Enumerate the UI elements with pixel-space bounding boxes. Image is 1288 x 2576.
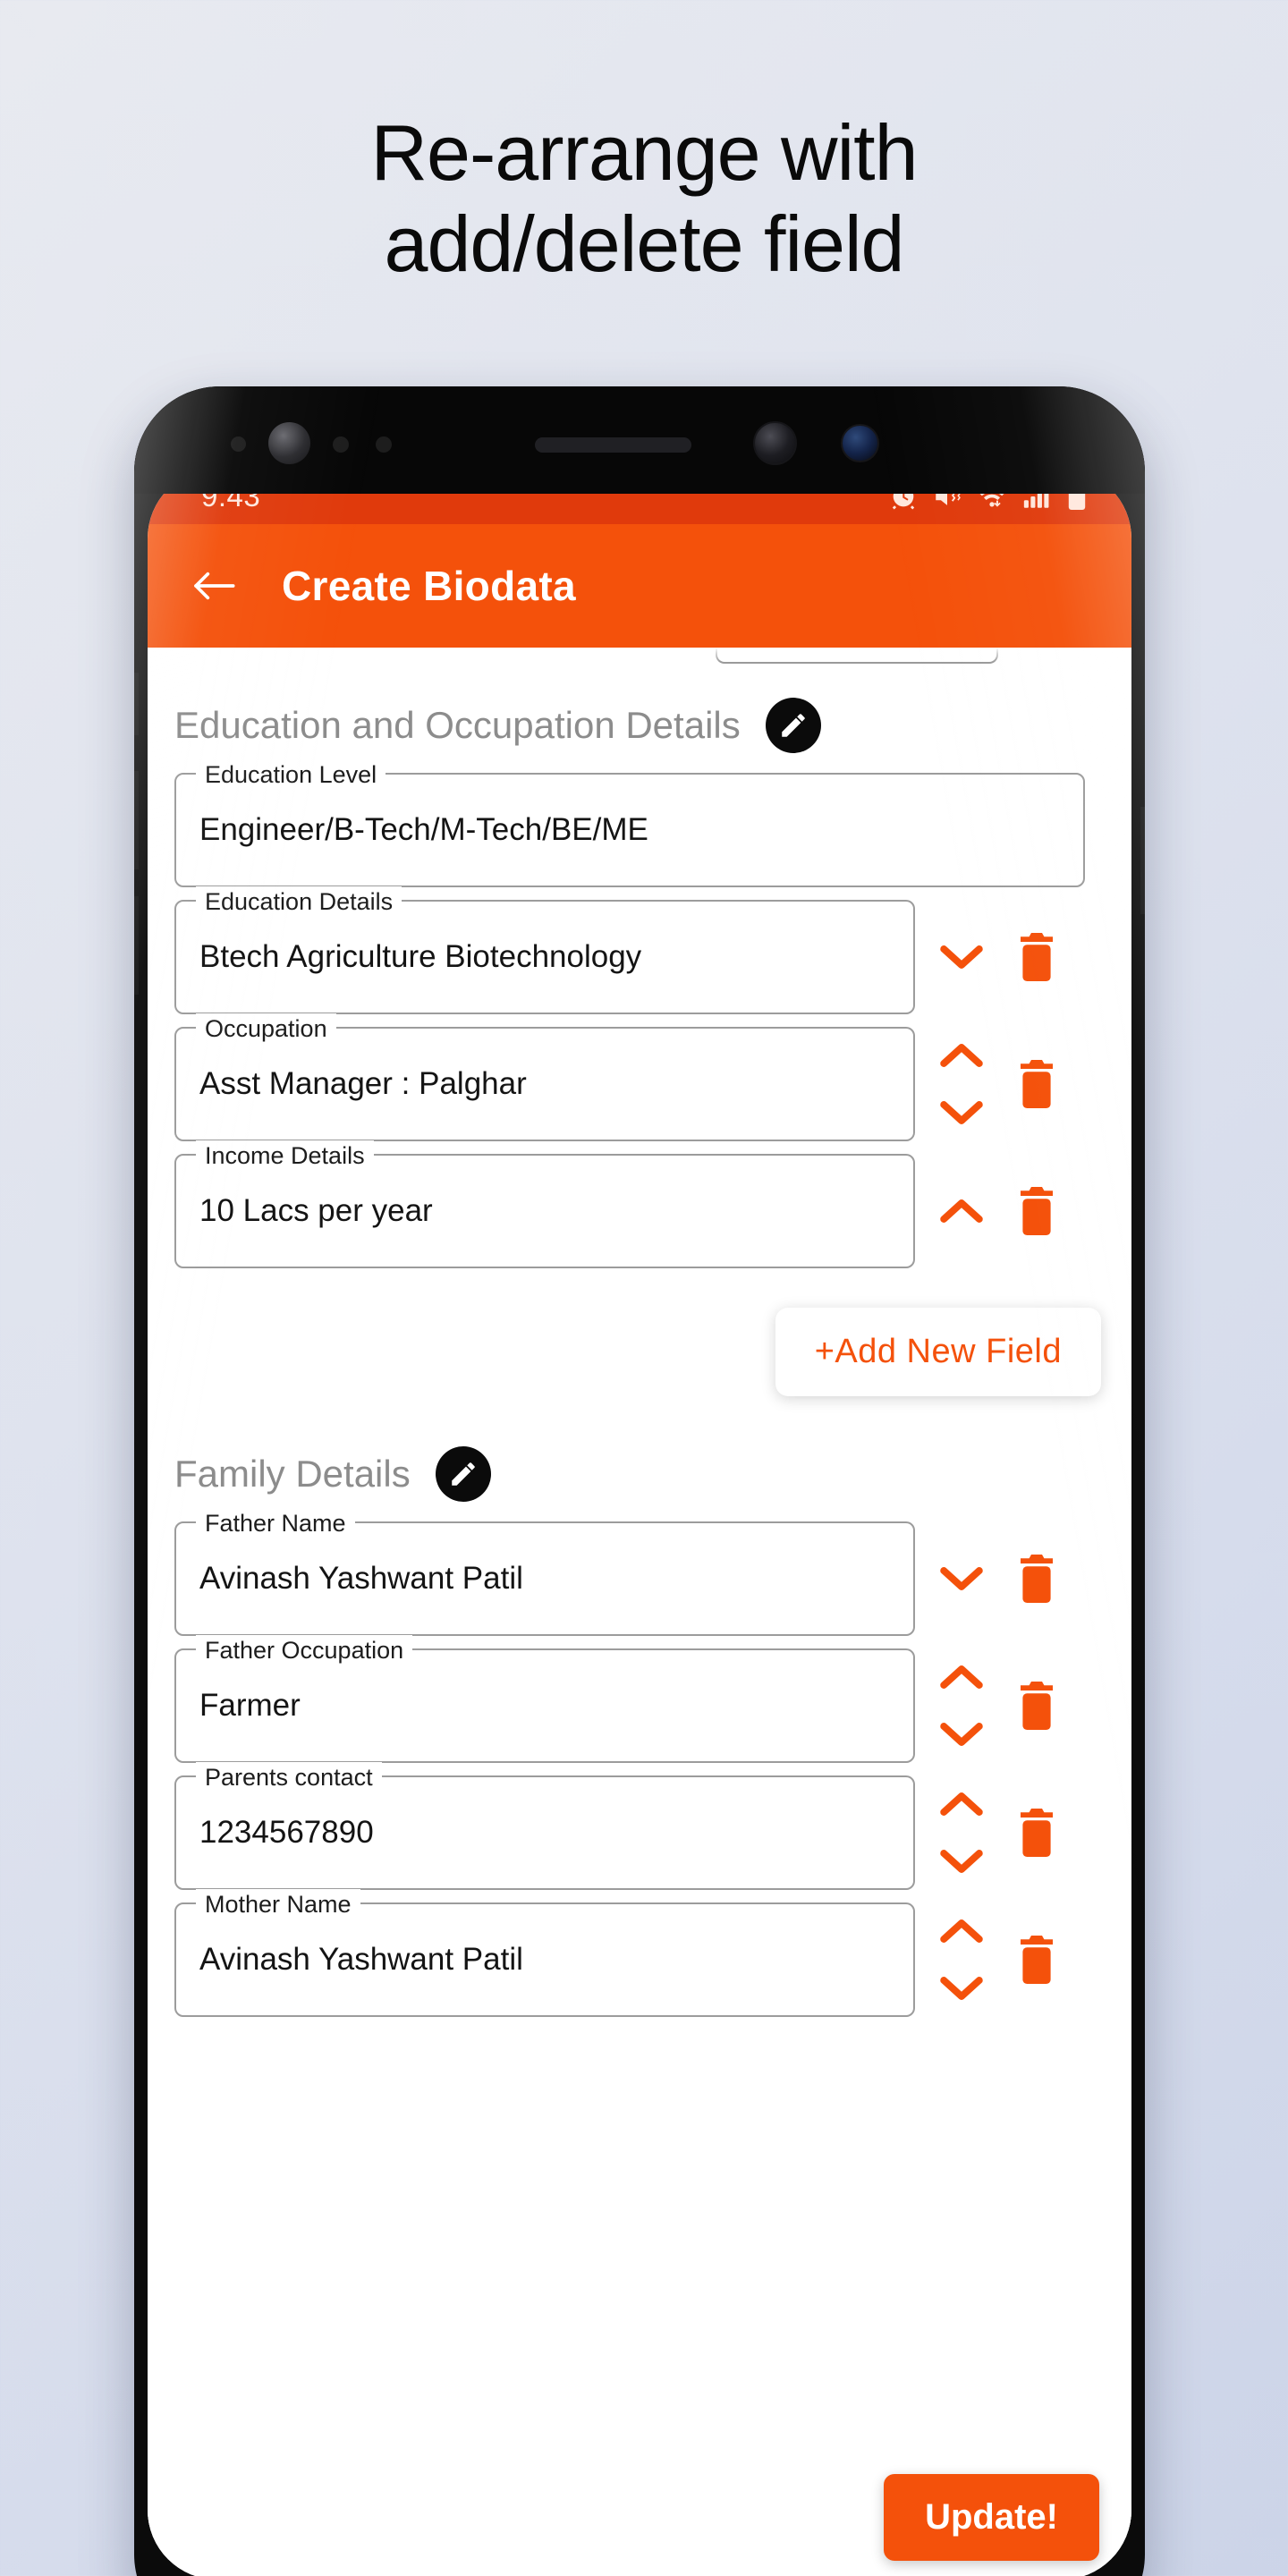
chevron-down-icon[interactable]	[935, 1971, 988, 2005]
chevron-up-icon[interactable]	[935, 1914, 988, 1948]
field-controls	[915, 1775, 1085, 1890]
chevron-down-icon[interactable]	[935, 1717, 988, 1751]
field-label: Education Details	[196, 886, 402, 917]
father-name-field[interactable]: Father Name Avinash Yashwant Patil	[174, 1508, 915, 1636]
page-title: Create Biodata	[282, 563, 576, 609]
phone-top-bezel	[134, 386, 1145, 494]
delete-icon[interactable]	[1013, 1934, 1060, 1986]
partial-field-above	[716, 648, 998, 664]
form-field-row: Occupation Asst Manager : Palghar	[148, 1013, 1131, 1141]
field-value: 10 Lacs per year	[199, 1193, 433, 1228]
mother-name-field[interactable]: Mother Name Avinash Yashwant Patil	[174, 1889, 915, 2017]
field-label: Father Occupation	[196, 1635, 413, 1665]
add-field-container: +Add New Field	[148, 1281, 1131, 1396]
section-header-education: Education and Occupation Details	[148, 648, 1131, 773]
headline-line-2: add/delete field	[384, 199, 905, 289]
field-controls	[915, 1521, 1085, 1636]
app-bar: Create Biodata	[148, 524, 1131, 648]
form-field-row: Father Occupation Farmer	[148, 1635, 1131, 1763]
section-title: Family Details	[174, 1453, 411, 1495]
field-label: Father Name	[196, 1508, 355, 1538]
chevron-up-icon[interactable]	[935, 1194, 988, 1228]
reorder-controls	[935, 1787, 988, 1878]
reorder-controls	[935, 1194, 988, 1228]
phone-screen: 9:43 Create Biodata Education and Occupa…	[148, 469, 1131, 2576]
phone-power-button	[1140, 807, 1145, 914]
phone-volume-up-button	[134, 771, 139, 869]
chevron-up-icon[interactable]	[935, 1660, 988, 1694]
form-field-row: Mother Name Avinash Yashwant Patil	[148, 1889, 1131, 2017]
reorder-controls	[935, 1562, 988, 1596]
led-indicator	[376, 436, 392, 453]
chevron-up-icon[interactable]	[935, 1787, 988, 1821]
delete-icon[interactable]	[1013, 1680, 1060, 1732]
education-details-field[interactable]: Education Details Btech Agriculture Biot…	[174, 886, 915, 1014]
chevron-up-icon[interactable]	[935, 1038, 988, 1072]
field-label: Mother Name	[196, 1889, 360, 1919]
form-field-row: Education Level Engineer/B-Tech/M-Tech/B…	[148, 759, 1131, 887]
front-camera	[753, 421, 797, 465]
proximity-sensor	[231, 436, 246, 452]
field-label: Education Level	[196, 759, 386, 790]
form-field-row: Father Name Avinash Yashwant Patil	[148, 1508, 1131, 1636]
headline-line-1: Re-arrange with	[370, 108, 918, 197]
field-value: Avinash Yashwant Patil	[199, 1942, 523, 1977]
field-controls	[915, 1027, 1085, 1141]
phone-mockup: 9:43 Create Biodata Education and Occupa…	[134, 386, 1145, 2576]
parents-contact-field[interactable]: Parents contact 1234567890	[174, 1762, 915, 1890]
section-title: Education and Occupation Details	[174, 704, 741, 746]
chevron-down-icon[interactable]	[935, 1096, 988, 1130]
chevron-down-icon[interactable]	[935, 1844, 988, 1878]
field-value: 1234567890	[199, 1815, 374, 1850]
delete-icon[interactable]	[1013, 1807, 1060, 1859]
chevron-down-icon[interactable]	[935, 1562, 988, 1596]
pencil-icon[interactable]	[765, 698, 821, 753]
update-button[interactable]: Update!	[884, 2473, 1099, 2561]
form-field-row: Income Details 10 Lacs per year	[148, 1140, 1131, 1268]
iris-scanner	[268, 422, 310, 464]
add-new-field-button[interactable]: +Add New Field	[775, 1308, 1101, 1396]
phone-bixby-button	[134, 673, 139, 735]
arrow-left-icon[interactable]	[191, 563, 237, 609]
father-occupation-field[interactable]: Father Occupation Farmer	[174, 1635, 915, 1763]
secondary-camera	[841, 424, 879, 462]
reorder-controls	[935, 1038, 988, 1130]
education-level-field[interactable]: Education Level Engineer/B-Tech/M-Tech/B…	[174, 759, 1085, 887]
delete-icon[interactable]	[1013, 931, 1060, 983]
earpiece-speaker	[535, 437, 691, 453]
field-label: Occupation	[196, 1013, 336, 1044]
light-sensor	[333, 436, 349, 453]
occupation-field[interactable]: Occupation Asst Manager : Palghar	[174, 1013, 915, 1141]
field-value: Asst Manager : Palghar	[199, 1066, 527, 1101]
form-field-row: Education Details Btech Agriculture Biot…	[148, 886, 1131, 1014]
field-value: Avinash Yashwant Patil	[199, 1561, 523, 1596]
promo-headline: Re-arrange with add/delete field	[0, 107, 1288, 290]
reorder-controls	[935, 940, 988, 974]
delete-icon[interactable]	[1013, 1058, 1060, 1110]
form-field-row: Parents contact 1234567890	[148, 1762, 1131, 1890]
field-controls	[915, 1154, 1085, 1268]
reorder-controls	[935, 1660, 988, 1751]
phone-volume-down-button	[134, 896, 139, 995]
pencil-icon[interactable]	[435, 1446, 491, 1502]
reorder-controls	[935, 1914, 988, 2005]
submit-bar: Update!	[148, 2454, 1131, 2576]
chevron-down-icon[interactable]	[935, 940, 988, 974]
income-details-field[interactable]: Income Details 10 Lacs per year	[174, 1140, 915, 1268]
field-value: Farmer	[199, 1688, 301, 1723]
field-value: Engineer/B-Tech/M-Tech/BE/ME	[199, 812, 648, 847]
form-scroll-area[interactable]: Education and Occupation Details Educati…	[148, 648, 1131, 2576]
field-label: Income Details	[196, 1140, 374, 1171]
delete-icon[interactable]	[1013, 1553, 1060, 1605]
section-header-family: Family Details	[148, 1396, 1131, 1521]
delete-icon[interactable]	[1013, 1185, 1060, 1237]
field-controls	[915, 900, 1085, 1014]
field-label: Parents contact	[196, 1762, 382, 1792]
field-controls	[915, 1648, 1085, 1763]
field-controls	[915, 1902, 1085, 2017]
field-value: Btech Agriculture Biotechnology	[199, 939, 642, 974]
